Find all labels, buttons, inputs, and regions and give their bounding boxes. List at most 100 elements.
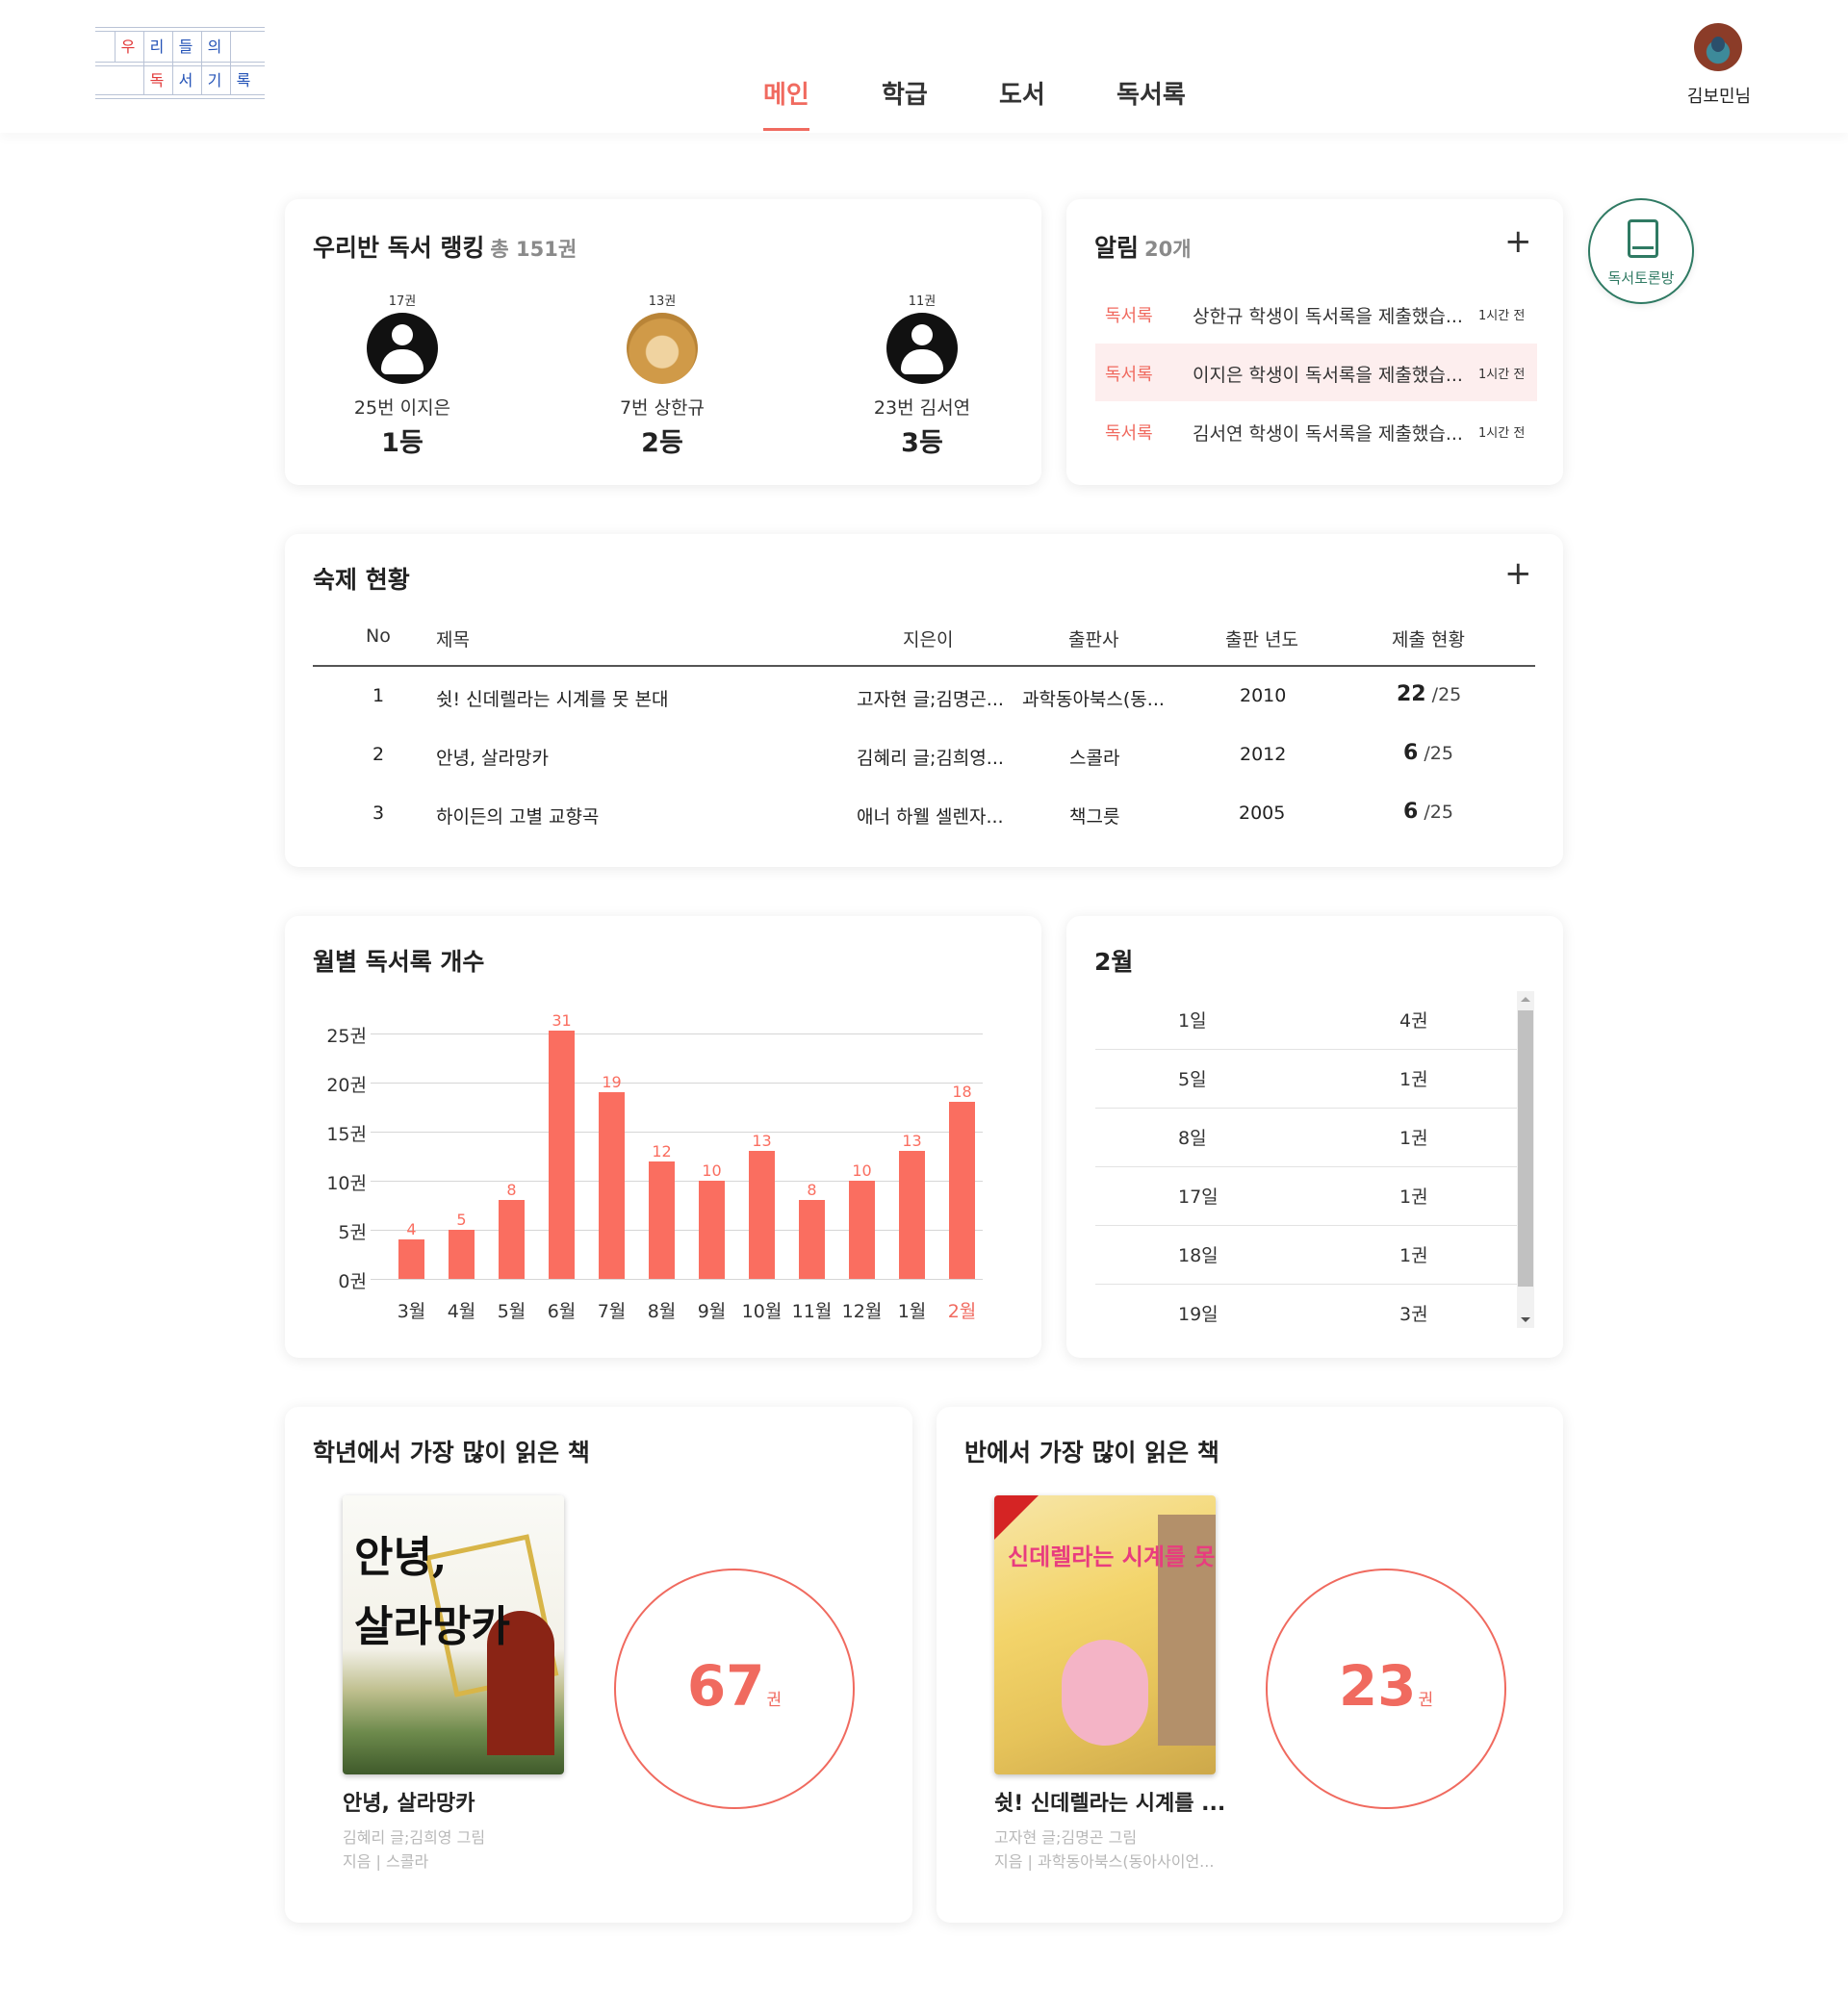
list-item[interactable]: 18일 1권: [1095, 1226, 1517, 1285]
notice-time: 1시간 전: [1478, 368, 1526, 382]
bar-value-label: 13: [752, 1132, 772, 1151]
cell-title: 쉿! 신데렐라는 시계를 못 본대: [436, 689, 669, 710]
ranking-card: 우리반 독서 랭킹 총 151권 17권 25번 이지은 1등 13권 7번 상한…: [285, 199, 1041, 485]
cell-submission: 6 /25: [1403, 800, 1453, 824]
nav-main[interactable]: 메인: [763, 75, 809, 111]
x-tick-label: 9월: [697, 1301, 727, 1322]
bar-value-label: 13: [902, 1132, 922, 1151]
x-tick-label: 10월: [741, 1301, 783, 1322]
notice-item[interactable]: 독서록 김서연 학생이 독서록을 제출했습... 1시간 전: [1095, 402, 1537, 460]
scroll-up-arrow-icon[interactable]: [1521, 997, 1530, 1002]
person-icon: [886, 313, 958, 384]
bar-value-label: 19: [602, 1073, 622, 1092]
notice-time: 1시간 전: [1478, 309, 1526, 323]
notice-message: 이지은 학생이 독서록을 제출했습...: [1193, 365, 1463, 386]
column-header-no: No: [366, 625, 391, 647]
chart-bar[interactable]: [899, 1151, 925, 1279]
x-tick-label: 1월: [897, 1301, 927, 1322]
bar-value-label: 8: [807, 1181, 817, 1200]
daily-count: 1권: [1399, 1186, 1428, 1208]
cell-author: 애너 하웰 셀렌자...: [857, 806, 1004, 828]
add-homework-plus-icon[interactable]: +: [1504, 557, 1532, 590]
rank-first[interactable]: 17권 25번 이지은 1등: [306, 291, 499, 459]
nav-class[interactable]: 학급: [882, 75, 928, 111]
chart-bar[interactable]: [499, 1200, 525, 1279]
cell-publisher: 책그릇: [1069, 806, 1120, 828]
daily-day: 17일: [1178, 1186, 1219, 1208]
rank-third[interactable]: 11권 23번 김서연 3등: [826, 291, 1018, 459]
list-item[interactable]: 17일 1권: [1095, 1167, 1517, 1226]
nav-reading-log[interactable]: 독서록: [1116, 75, 1186, 111]
x-tick-label: 8월: [647, 1301, 677, 1322]
cell-publisher: 스콜라: [1069, 748, 1120, 769]
bar-value-label: 8: [506, 1181, 517, 1200]
chart-bar[interactable]: [449, 1230, 475, 1279]
chart-gridline: [371, 1033, 983, 1034]
chart-bar[interactable]: [649, 1161, 675, 1279]
nav-books[interactable]: 도서: [999, 75, 1045, 111]
rank-place: 1등: [381, 428, 424, 458]
y-tick-label: 15권: [326, 1124, 367, 1145]
rank-student-name: 23번 김서연: [873, 397, 971, 419]
list-item[interactable]: 1일 4권: [1095, 991, 1517, 1050]
bar-value-label: 10: [702, 1161, 722, 1180]
user-name[interactable]: 김보민님: [1675, 83, 1763, 108]
chart-gridline: [371, 1132, 983, 1133]
chart-bar[interactable]: [949, 1102, 975, 1279]
cell-no: 2: [372, 744, 385, 765]
notice-tag: 독서록: [1105, 423, 1153, 444]
book-title[interactable]: 안녕, 살라망카: [343, 1786, 475, 1817]
daily-day: 8일: [1178, 1128, 1207, 1149]
add-notice-plus-icon[interactable]: +: [1504, 225, 1532, 258]
notice-item[interactable]: 독서록 상한규 학생이 독서록을 제출했습... 1시간 전: [1095, 285, 1537, 343]
column-header-submission: 제출 현황: [1392, 629, 1465, 651]
book-authors: 고자현 글;김명곤 그림: [994, 1828, 1138, 1847]
scroll-down-arrow-icon[interactable]: [1521, 1317, 1530, 1322]
read-count-ring: 23 권: [1266, 1569, 1506, 1809]
chart-bar[interactable]: [398, 1239, 424, 1279]
daily-day: 1일: [1178, 1010, 1207, 1032]
book-cover-image[interactable]: 신데렐라는 시계를 못 본대: [994, 1495, 1216, 1774]
list-item[interactable]: 8일 1권: [1095, 1109, 1517, 1167]
notice-tag: 독서록: [1105, 306, 1153, 326]
site-logo[interactable]: 우 리 들 의 독 서 기 록: [95, 27, 265, 99]
chart-bar[interactable]: [699, 1181, 725, 1279]
cell-submission: 6 /25: [1403, 741, 1453, 765]
y-tick-label: 5권: [338, 1222, 367, 1243]
chart-bar[interactable]: [749, 1151, 775, 1279]
daily-count: 1권: [1399, 1069, 1428, 1090]
top-header: 우 리 들 의 독 서 기 록 메인 학급 도서 독서록 김보민님: [0, 0, 1848, 133]
chart-bar[interactable]: [599, 1092, 625, 1279]
bar-value-label: 5: [456, 1211, 467, 1229]
ranking-total: 총 151권: [490, 238, 578, 261]
book-title[interactable]: 쉿! 신데렐라는 시계를 ...: [994, 1786, 1225, 1817]
column-header-author: 지은이: [903, 629, 954, 651]
rank-count: 17권: [388, 294, 417, 309]
chart-bar[interactable]: [549, 1031, 575, 1279]
user-avatar[interactable]: [1694, 23, 1742, 71]
rank-second[interactable]: 13권 7번 상한규 2등: [566, 291, 758, 459]
daily-day: 5일: [1178, 1069, 1207, 1090]
class-top-title: 반에서 가장 많이 읽은 책: [964, 1439, 1219, 1467]
chart-bar[interactable]: [849, 1181, 875, 1279]
read-count-number: 67: [686, 1653, 765, 1719]
discussion-room-button[interactable]: 독서토론방: [1588, 198, 1694, 304]
nav-active-indicator: [763, 128, 809, 131]
x-tick-label: 7월: [597, 1301, 627, 1322]
x-tick-label: 4월: [447, 1301, 476, 1322]
list-item[interactable]: 5일 1권: [1095, 1050, 1517, 1109]
x-tick-label: 11월: [791, 1301, 833, 1322]
rank-student-name: 25번 이지은: [353, 397, 451, 419]
daily-list-scrollbar[interactable]: [1517, 991, 1534, 1328]
scrollbar-thumb[interactable]: [1518, 1010, 1533, 1287]
list-item[interactable]: 19일 3권: [1095, 1285, 1517, 1328]
notice-item[interactable]: 독서록 이지은 학생이 독서록을 제출했습... 1시간 전: [1095, 344, 1537, 401]
x-tick-label: 3월: [397, 1301, 426, 1322]
chart-bar[interactable]: [799, 1200, 825, 1279]
book-cover-image[interactable]: 안녕, 살라망카: [343, 1495, 564, 1774]
column-header-year: 출판 년도: [1225, 629, 1298, 651]
notice-time: 1시간 전: [1478, 426, 1526, 441]
rank-student-name: 7번 상한규: [619, 397, 706, 419]
rank-place: 3등: [901, 428, 943, 458]
x-tick-label: 12월: [841, 1301, 883, 1322]
